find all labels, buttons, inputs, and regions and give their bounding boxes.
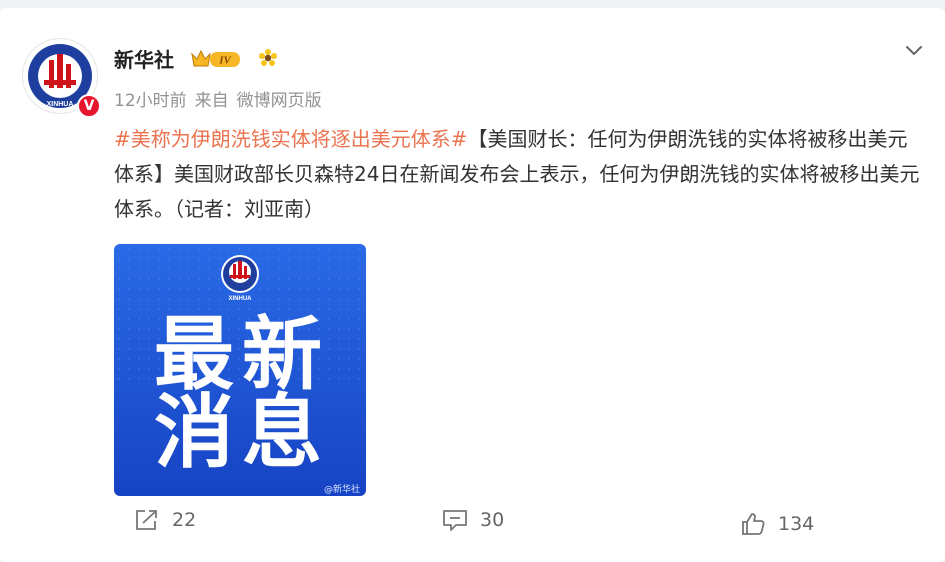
hashtag-link[interactable]: #美称为伊朗洗钱实体将逐出美元体系# <box>114 127 468 151</box>
comment-count: 30 <box>480 509 505 531</box>
crown-badge-icon[interactable]: IV <box>190 48 242 70</box>
verified-badge: V <box>77 94 101 118</box>
chevron-down-icon[interactable] <box>902 38 926 62</box>
post-source: 微博网页版 <box>236 91 322 111</box>
avatar-emblem-text: XINHUA <box>47 101 74 108</box>
like-count: 134 <box>778 513 815 535</box>
post-time[interactable]: 12小时前 <box>114 91 187 111</box>
badge-level-text: IV <box>218 55 232 67</box>
sunflower-icon[interactable] <box>258 48 278 68</box>
share-button[interactable]: 22 <box>134 508 196 532</box>
comment-icon <box>443 510 467 531</box>
thumbs-up-icon <box>742 513 765 535</box>
post-image[interactable]: XINHUA 最新 消息 @新华社 <box>114 244 366 496</box>
weibo-post-card: XINHUA V 新华社 IV 12小时前 来自 微博网页版 #美称为伊朗洗钱实体将… <box>0 8 945 562</box>
source-prefix: 来自 <box>194 91 229 111</box>
post-meta: 12小时前 来自 微博网页版 <box>114 86 330 111</box>
share-icon <box>136 510 157 530</box>
image-watermark: @新华社 <box>324 483 360 495</box>
post-text: #美称为伊朗洗钱实体将逐出美元体系#【美国财长：任何为伊朗洗钱的实体将被移出美元… <box>114 122 924 227</box>
comment-button[interactable]: 30 <box>442 508 504 532</box>
author-name[interactable]: 新华社 <box>114 44 174 73</box>
image-headline-2: 消息 <box>154 386 330 479</box>
share-count: 22 <box>172 509 197 531</box>
image-emblem-text: XINHUA <box>228 296 252 302</box>
like-button[interactable]: 134 <box>740 511 814 537</box>
